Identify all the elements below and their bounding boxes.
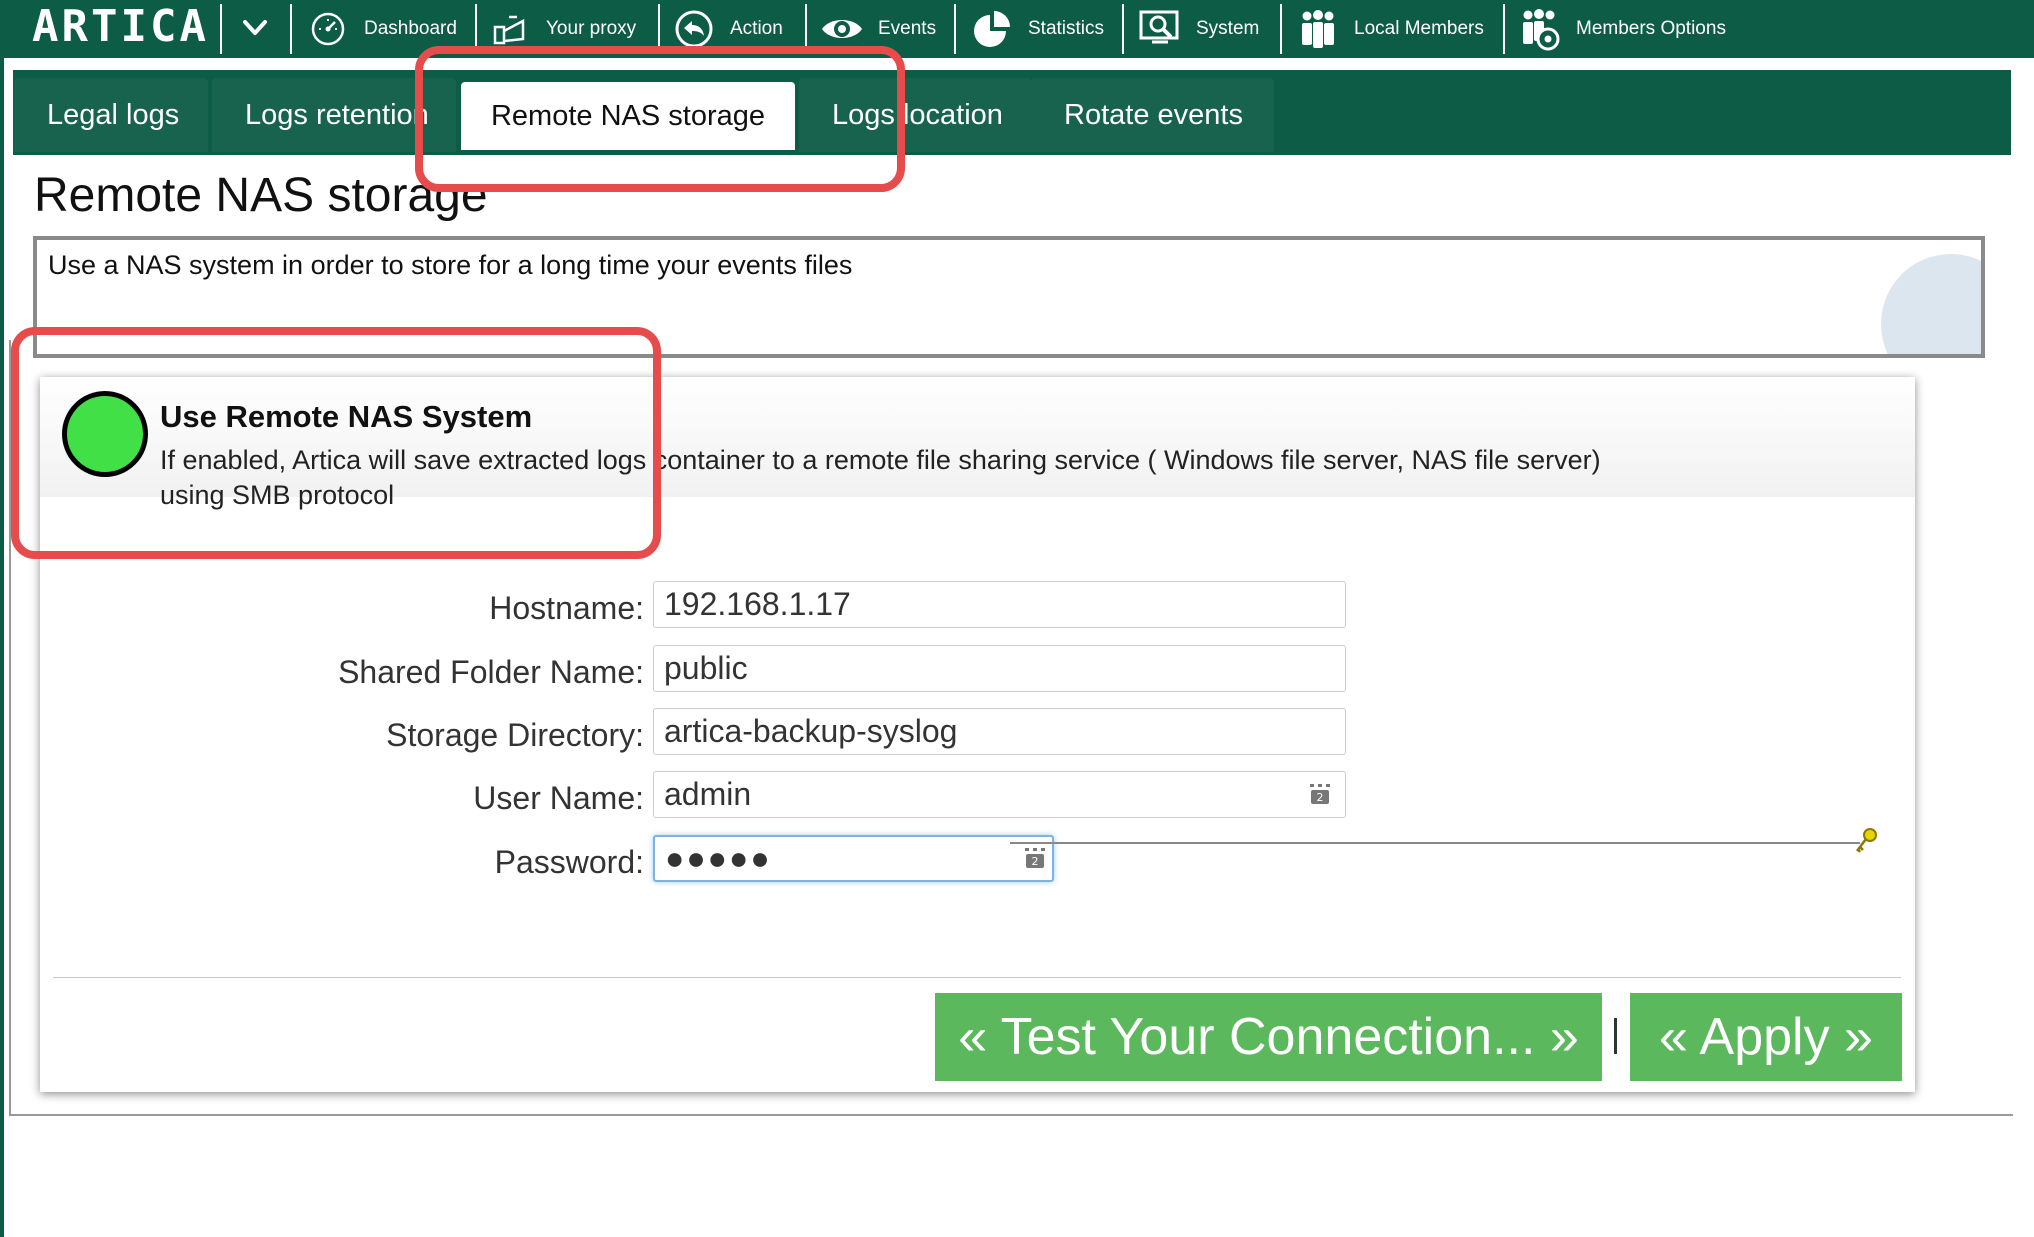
- dashboard-icon: [306, 7, 350, 51]
- storage-directory-label: Storage Directory:: [386, 717, 644, 753]
- nav-dropdown-toggle[interactable]: [222, 4, 288, 54]
- members-icon: [1296, 7, 1340, 51]
- explain-decoration: [1881, 254, 1981, 354]
- username-label: User Name:: [473, 780, 644, 816]
- storage-directory-field[interactable]: [653, 708, 1346, 755]
- nav-separator: [1280, 4, 1282, 54]
- artica-logo[interactable]: ARTICA: [32, 5, 209, 49]
- key-icon[interactable]: [1853, 827, 1879, 855]
- hostname-field[interactable]: [653, 581, 1346, 628]
- eye-icon: [820, 7, 864, 51]
- shared-folder-field[interactable]: [653, 645, 1346, 692]
- hostname-label: Hostname:: [489, 590, 644, 626]
- annotation-highlight-option: [11, 327, 661, 559]
- shared-folder-label: Shared Folder Name:: [338, 654, 644, 690]
- username-field[interactable]: [653, 771, 1346, 818]
- keyboard-icon[interactable]: 2: [1308, 782, 1332, 806]
- nav-item-local-members[interactable]: Local Members: [1296, 0, 1484, 58]
- nav-separator: [290, 4, 292, 54]
- form-divider: [53, 977, 1901, 978]
- content-bottom-border: [9, 1114, 2013, 1116]
- tab-rotate-events[interactable]: Rotate events: [1031, 78, 1274, 152]
- keyboard-icon[interactable]: 2: [1023, 846, 1047, 870]
- nav-item-label: Local Members: [1354, 18, 1484, 39]
- nav-item-label: Action: [730, 18, 783, 39]
- proxy-icon: [488, 7, 532, 51]
- password-label: Password:: [494, 844, 644, 880]
- action-icon: [672, 7, 716, 51]
- system-icon: [1138, 7, 1182, 51]
- apply-button[interactable]: « Apply »: [1630, 993, 1902, 1081]
- top-navbar: ARTICA Dashboard Your proxy Action Event…: [0, 0, 2034, 58]
- password-field[interactable]: [653, 835, 1054, 882]
- password-strength-line: [1010, 842, 1860, 844]
- nav-item-label: Dashboard: [364, 18, 457, 39]
- members-options-icon: [1518, 7, 1562, 51]
- nav-item-label: Your proxy: [546, 18, 637, 39]
- nav-separator: [1503, 4, 1505, 54]
- nav-item-statistics[interactable]: Statistics: [970, 0, 1104, 58]
- nav-item-label: Events: [878, 18, 937, 39]
- nav-item-label: Members Options: [1576, 18, 1726, 39]
- nav-item-system[interactable]: System: [1138, 0, 1259, 58]
- annotation-highlight-tab: [415, 46, 905, 192]
- nav-item-label: Statistics: [1028, 18, 1105, 39]
- svg-text:2: 2: [1032, 855, 1039, 868]
- window-frame-left: [0, 0, 4, 1237]
- test-connection-button[interactable]: « Test Your Connection... »: [935, 993, 1602, 1081]
- explain-text: Use a NAS system in order to store for a…: [48, 250, 853, 280]
- nav-item-label: System: [1196, 18, 1260, 39]
- nav-item-members-options[interactable]: Members Options: [1518, 0, 1726, 58]
- nav-separator: [1122, 4, 1124, 54]
- pie-chart-icon: [970, 7, 1014, 51]
- chevron-down-icon: [243, 20, 267, 35]
- svg-text:2: 2: [1317, 791, 1324, 804]
- button-separator: [1614, 1018, 1617, 1054]
- nav-separator: [954, 4, 956, 54]
- tab-legal-logs[interactable]: Legal logs: [14, 78, 208, 152]
